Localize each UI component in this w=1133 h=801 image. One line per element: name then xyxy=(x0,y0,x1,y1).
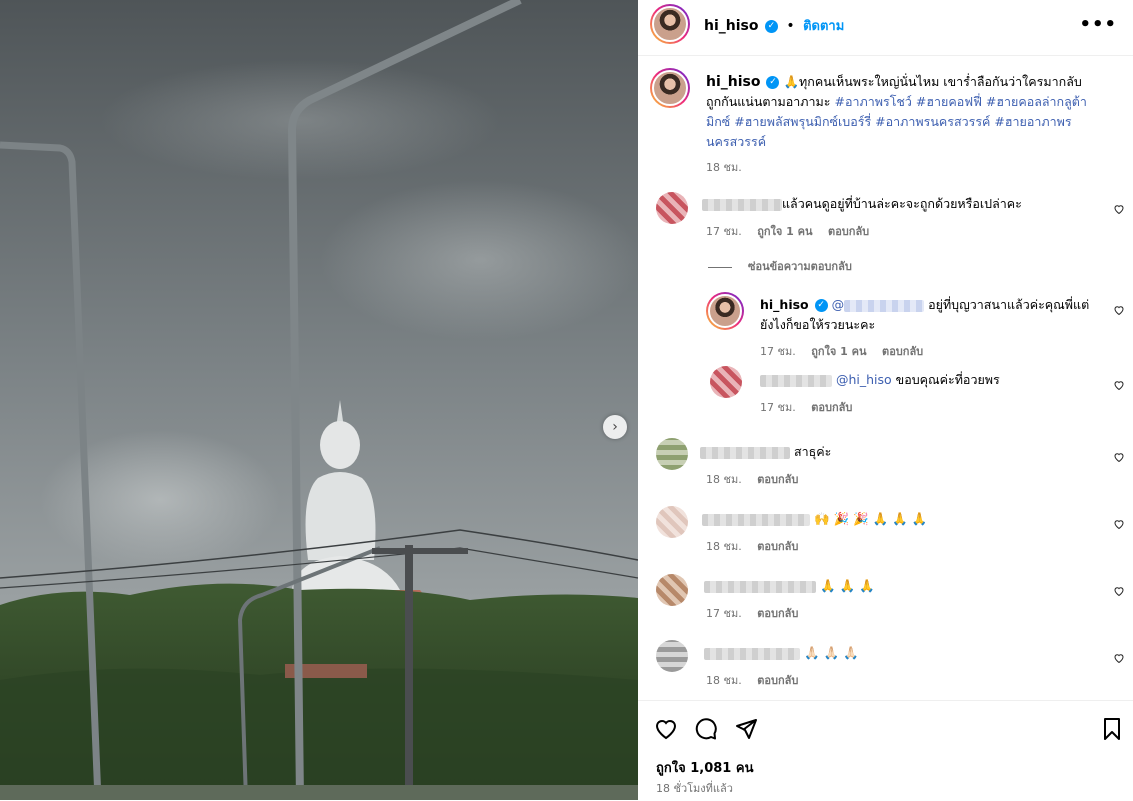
reply-button[interactable]: ตอบกลับ xyxy=(811,401,852,414)
reply-body: @hi_hiso ขอบคุณค่ะที่อวยพร xyxy=(760,370,1000,390)
blurred-username[interactable] xyxy=(760,374,832,387)
reply-button[interactable]: ตอบกลับ xyxy=(882,345,923,358)
reply-likes[interactable]: ถูกใจ 1 คน xyxy=(811,345,866,358)
reply-mention[interactable]: @hi_hiso xyxy=(836,372,892,387)
post-caption: hi_hiso ✓ 🙏ทุกคนเห็นพระใหญ่นั่นไหม เขาร่… xyxy=(706,72,1106,178)
reply-button[interactable]: ตอบกลับ xyxy=(757,540,798,553)
blurred-username[interactable] xyxy=(702,198,782,211)
reply-button[interactable]: ตอบกลับ xyxy=(757,607,798,620)
follow-button[interactable]: ติดตาม xyxy=(803,19,844,34)
comment-body: 🙌 🎉 🎉 🙏 🙏 🙏 xyxy=(702,509,927,529)
reply-button[interactable]: ตอบกลับ xyxy=(757,674,798,687)
reply-time: 17 ชม. xyxy=(760,345,796,358)
comment-time: 17 ชม. xyxy=(706,225,742,238)
separator-dot: • xyxy=(786,18,795,34)
post-time-ago: 18 ชั่วโมงที่แล้ว xyxy=(656,782,733,795)
reply-mention[interactable]: @ xyxy=(832,297,845,312)
comment-text: สาธุค่ะ xyxy=(793,444,832,459)
blurred-username[interactable] xyxy=(702,513,810,526)
comment-body: แล้วคนดูอยู่ที่บ้านล่ะคะจะถูกด้วยหรือเปล… xyxy=(702,194,1022,214)
hide-replies-button[interactable]: ซ่อนข้อความตอบกลับ xyxy=(708,257,852,275)
reply-time: 17 ชม. xyxy=(760,401,796,414)
comment-text: 🙏🏻 🙏🏻 🙏🏻 xyxy=(803,645,859,660)
post-detail-panel: hi_hiso ✓ • ติดตาม ••• hi_hiso ✓ 🙏ทุกคนเ… xyxy=(638,0,1133,800)
like-comment-icon[interactable] xyxy=(1113,451,1125,463)
commenter-avatar[interactable] xyxy=(656,192,688,224)
reply-text-line2: ยังไงก็ขอให้รวยนะคะ xyxy=(760,317,876,332)
commenter-avatar[interactable] xyxy=(656,506,688,538)
comment-text: แล้วคนดูอยู่ที่บ้านล่ะคะจะถูกด้วยหรือเปล… xyxy=(782,196,1022,211)
author-avatar[interactable] xyxy=(650,4,690,44)
bookmark-icon[interactable] xyxy=(1100,717,1124,741)
share-send-icon[interactable] xyxy=(734,717,758,741)
comment-time: 17 ชม. xyxy=(706,607,742,620)
author-username[interactable]: hi_hiso xyxy=(704,18,758,34)
like-reply-icon[interactable] xyxy=(1113,379,1125,391)
caption-time: 18 ชม. xyxy=(706,161,742,174)
commenter-avatar[interactable] xyxy=(656,574,688,606)
caption-avatar[interactable] xyxy=(650,68,690,108)
verified-icon: ✓ xyxy=(764,19,778,33)
like-comment-icon[interactable] xyxy=(1113,585,1125,597)
comment-time: 18 ชม. xyxy=(706,540,742,553)
caption-username[interactable]: hi_hiso xyxy=(706,74,760,90)
comment-time: 18 ชม. xyxy=(706,674,742,687)
reply-body: hi_hiso ✓ @ อยู่ที่บุญวาสนาแล้วค่ะคุณพี่… xyxy=(760,295,1089,315)
comment-likes[interactable]: ถูกใจ 1 คน xyxy=(757,225,812,238)
comment-meta: 18 ชม. ตอบกลับ xyxy=(706,671,810,689)
blurred-username[interactable] xyxy=(700,446,790,459)
buddha-landscape-image xyxy=(0,0,638,800)
next-photo-button[interactable]: › xyxy=(603,415,627,439)
like-heart-icon[interactable] xyxy=(654,717,678,741)
comment-text: 🙏 🙏 🙏 xyxy=(819,578,875,593)
likes-count[interactable]: ถูกใจ 1,081 คน xyxy=(656,757,753,778)
more-options-icon[interactable]: ••• xyxy=(1079,14,1117,35)
comment-body: 🙏🏻 🙏🏻 🙏🏻 xyxy=(704,643,859,663)
verified-icon: ✓ xyxy=(766,76,780,89)
reply-author-avatar[interactable] xyxy=(706,292,744,330)
reply-meta: 17 ชม. ถูกใจ 1 คน ตอบกลับ xyxy=(760,342,935,360)
post-photo: › xyxy=(0,0,638,800)
reply-button[interactable]: ตอบกลับ xyxy=(828,225,869,238)
comment-meta: 18 ชม. ตอบกลับ xyxy=(706,537,810,555)
verified-icon: ✓ xyxy=(814,299,828,312)
divider-line xyxy=(708,266,732,268)
like-reply-icon[interactable] xyxy=(1113,304,1125,316)
comment-body: สาธุค่ะ xyxy=(700,442,831,462)
commenter-avatar[interactable] xyxy=(656,438,688,470)
commenter-avatar[interactable] xyxy=(710,366,742,398)
post-header: hi_hiso ✓ • ติดตาม ••• xyxy=(638,0,1133,56)
commenter-avatar[interactable] xyxy=(656,640,688,672)
blurred-username[interactable] xyxy=(704,580,816,593)
comment-bubble-icon[interactable] xyxy=(694,717,718,741)
reply-text: อยู่ที่บุญวาสนาแล้วค่ะคุณพี่แต่ xyxy=(928,297,1090,312)
comment-meta: 17 ชม. ตอบกลับ xyxy=(706,604,810,622)
comment-meta: 17 ชม. ถูกใจ 1 คน ตอบกลับ xyxy=(706,222,881,240)
post-actions: ถูกใจ 1,081 คน 18 ชั่วโมงที่แล้ว xyxy=(638,700,1133,801)
comment-time: 18 ชม. xyxy=(706,473,742,486)
blurred-mention[interactable] xyxy=(844,299,925,312)
comment-body: 🙏 🙏 🙏 xyxy=(704,576,875,596)
reply-username[interactable]: hi_hiso xyxy=(760,297,809,312)
comment-meta: 18 ชม. ตอบกลับ xyxy=(706,470,810,488)
like-comment-icon[interactable] xyxy=(1113,203,1125,215)
hide-replies-label: ซ่อนข้อความตอบกลับ xyxy=(748,260,852,273)
reply-button[interactable]: ตอบกลับ xyxy=(757,473,798,486)
like-comment-icon[interactable] xyxy=(1113,652,1125,664)
comment-text: 🙌 🎉 🎉 🙏 🙏 🙏 xyxy=(813,511,928,526)
like-comment-icon[interactable] xyxy=(1113,518,1125,530)
reply-text: ขอบคุณค่ะที่อวยพร xyxy=(895,372,1000,387)
blurred-username[interactable] xyxy=(704,647,800,660)
caption-meta: 18 ชม. xyxy=(706,158,1106,178)
caption-emoji: 🙏 xyxy=(783,74,800,89)
reply-meta: 17 ชม. ตอบกลับ xyxy=(760,398,864,416)
